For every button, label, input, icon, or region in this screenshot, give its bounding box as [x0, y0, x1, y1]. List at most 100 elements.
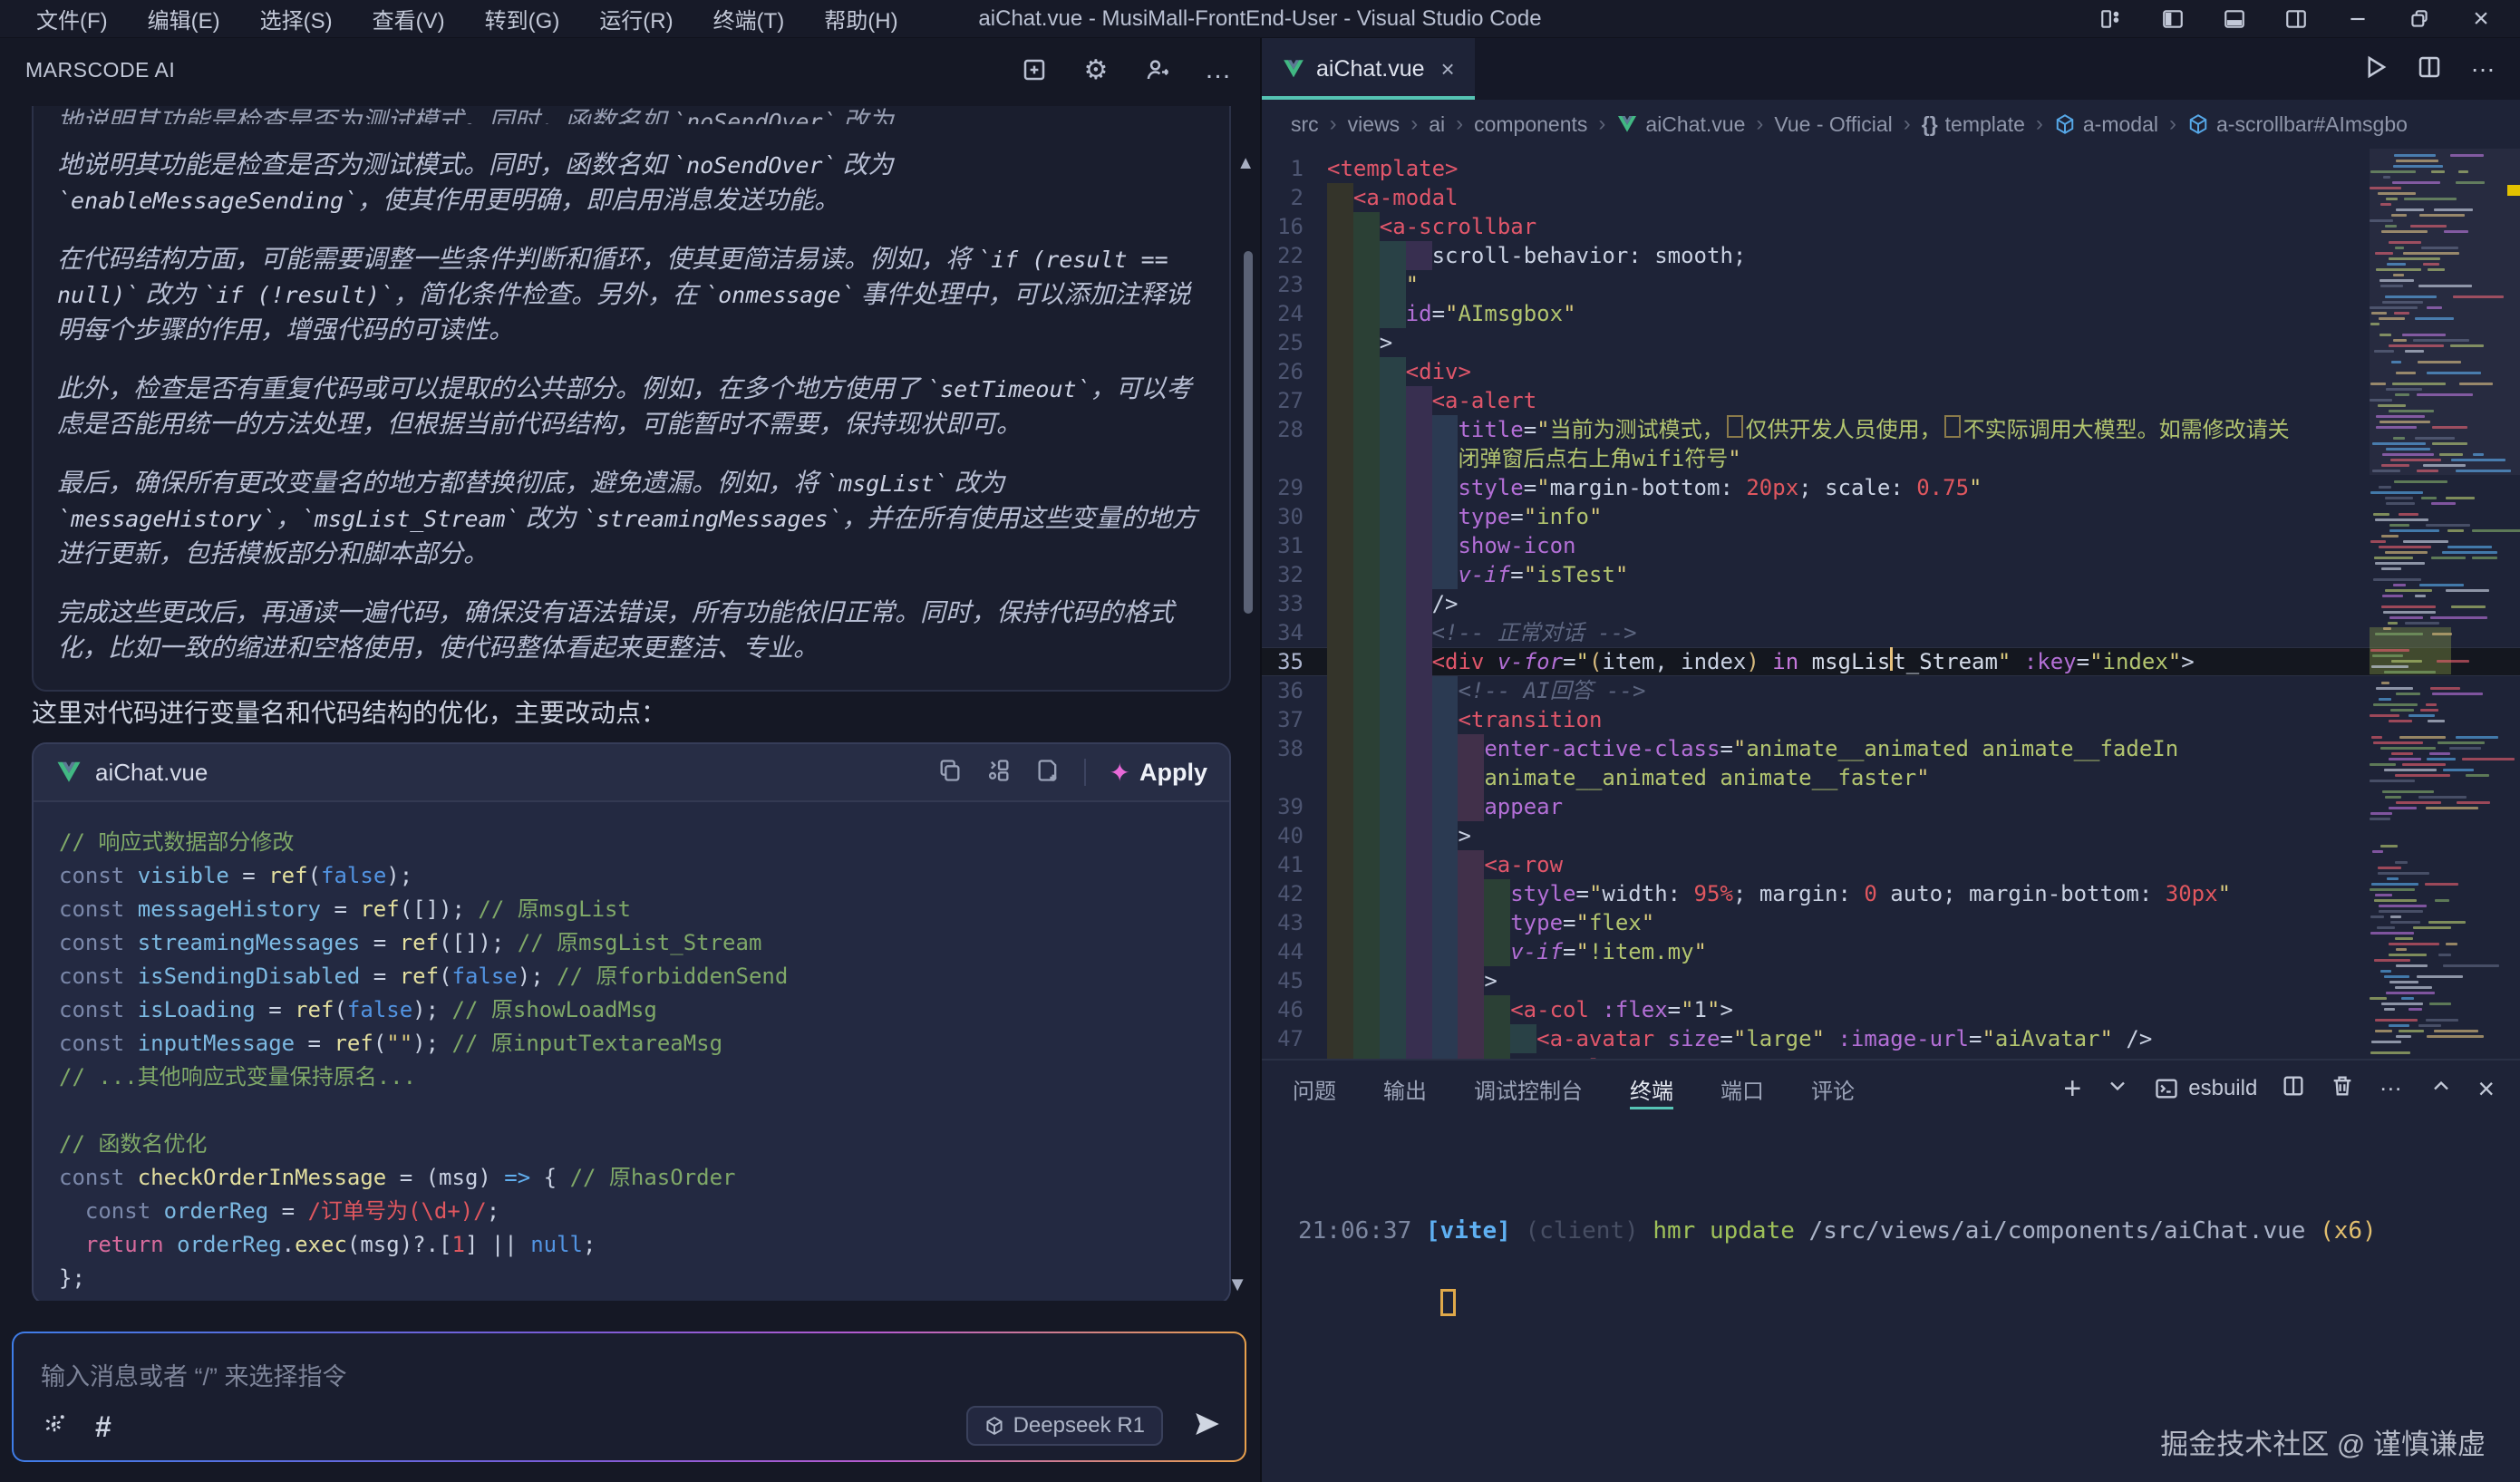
tab-aichat-vue[interactable]: aiChat.vue × [1262, 38, 1475, 100]
code-line: const streamingMessages = ref([]); // 原m… [59, 926, 1204, 960]
more-ellipsis-icon[interactable]: … [1204, 54, 1235, 85]
panel-tab-输出[interactable]: 输出 [1383, 1061, 1427, 1117]
menu-item[interactable]: 终端(T) [697, 1, 801, 36]
breadcrumb-item[interactable]: a-scrollbar#AImsgbo [2187, 112, 2408, 137]
panel-bottom-icon[interactable] [2208, 1, 2261, 37]
menu-item[interactable]: 查看(V) [356, 1, 461, 36]
code-line: const messageHistory = ref([]); // 原msgL… [59, 893, 1204, 926]
panel-tab-评论[interactable]: 评论 [1811, 1061, 1855, 1117]
chat-heading: 这里对代码进行变量名和代码结构的优化，主要改动点： [32, 693, 666, 730]
scroll-down-arrow-icon[interactable]: ▼ [1227, 1273, 1247, 1296]
scroll-up-arrow-icon[interactable]: ▲ [1236, 153, 1255, 174]
chat-paragraph: 地说明其功能是检查是否为测试模式。同时，函数名如 `noSendOver` 改为… [57, 148, 1198, 218]
breadcrumb-item[interactable]: views [1348, 112, 1401, 137]
line-number: 40 [1262, 821, 1327, 850]
editor-line: 43type="flex" [1262, 908, 2520, 937]
chevron-down-icon[interactable] [2105, 1073, 2130, 1105]
editor-line: 25> [1262, 328, 2520, 357]
menu-item[interactable]: 帮助(H) [808, 1, 914, 36]
layout-customize-icon[interactable] [2085, 1, 2137, 37]
chat-scrollbar[interactable] [1244, 251, 1253, 614]
breadcrumb-item[interactable]: components [1474, 112, 1587, 137]
menu-item[interactable]: 编辑(E) [131, 1, 237, 36]
editor-line: 28title="当前为测试模式，仅供开发人员使用，不实际调用大模型。如需修改请… [1262, 415, 2520, 444]
editor-line: 47<a-avatar size="large" :image-url="aiA… [1262, 1024, 2520, 1053]
tab-close-icon[interactable]: × [1441, 55, 1455, 83]
code-line: // 函数名优化 [59, 1128, 1204, 1161]
menu-item[interactable]: 文件(F) [20, 1, 124, 36]
line-number: 2 [1262, 183, 1327, 212]
divider [1084, 759, 1086, 786]
menu-item[interactable]: 转到(G) [469, 1, 577, 36]
panel-tab-问题[interactable]: 问题 [1293, 1061, 1336, 1117]
code-line: const checkOrderInMessage = (msg) => { /… [59, 1161, 1204, 1195]
code-line [59, 1295, 1204, 1301]
line-number: 24 [1262, 299, 1327, 328]
menu-item[interactable]: 选择(S) [244, 1, 349, 36]
overview-ruler [2507, 149, 2520, 1059]
chat-paragraph: 地说明其功能是检查是否为测试模式。同时，函数名如 `noSendOver` 改为… [57, 106, 1198, 124]
model-selector[interactable]: Deepseek R1 [966, 1406, 1163, 1446]
panel-right-icon[interactable] [2270, 1, 2322, 37]
panel-tab-调试控制台[interactable]: 调试控制台 [1474, 1061, 1583, 1117]
run-icon[interactable] [2361, 53, 2389, 85]
close-icon[interactable]: × [2477, 1072, 2495, 1106]
line-number: 28 [1262, 415, 1327, 444]
insert-file-icon[interactable] [1035, 758, 1061, 788]
breadcrumb-item[interactable]: aiChat.vue [1616, 112, 1745, 137]
trash-icon[interactable] [2330, 1073, 2355, 1105]
terminal-prompt-icon [2154, 1076, 2179, 1101]
close-icon[interactable]: × [2455, 1, 2507, 37]
minimize-icon[interactable] [2331, 1, 2384, 37]
code-line: const orderReg = /订单号为(\d+)/; [59, 1195, 1204, 1228]
active-tab-indicator [1262, 96, 1475, 100]
panel-tab-端口[interactable]: 端口 [1720, 1061, 1764, 1117]
switch-account-icon[interactable] [1142, 54, 1173, 85]
new-chat-icon[interactable] [1019, 54, 1050, 85]
editor-line: 42style="width: 95%; margin: 0 auto; mar… [1262, 879, 2520, 908]
editor-line: 16<a-scrollbar [1262, 212, 2520, 241]
line-number: 42 [1262, 879, 1327, 908]
breadcrumb-item[interactable]: ai [1429, 112, 1445, 137]
editor-line: 24id="AImsgbox" [1262, 299, 2520, 328]
breadcrumb-item[interactable]: {}template [1922, 112, 2025, 137]
settings-gear-icon[interactable]: ⚙ [1081, 54, 1111, 85]
apply-sparkle-icon: ✦ [1110, 758, 1130, 788]
restore-icon[interactable] [2393, 1, 2446, 37]
line-number: 30 [1262, 502, 1327, 531]
split-editor-icon[interactable] [2416, 53, 2443, 85]
terminal-output[interactable]: 21:06:37 [vite] (client) hmr update /src… [1262, 1117, 2520, 1360]
sparkle-command-icon[interactable] [41, 1411, 68, 1443]
code-line: const isSendingDisabled = ref(false); //… [59, 960, 1204, 993]
line-number [1262, 444, 1327, 473]
minimap-slider[interactable] [2370, 149, 2520, 475]
code-line: const isLoading = ref(false); // 原showLo… [59, 993, 1204, 1027]
breadcrumb-item[interactable]: a-modal [2054, 112, 2158, 137]
hash-icon[interactable]: # [95, 1410, 111, 1444]
editor-line: 40> [1262, 821, 2520, 850]
apply-button[interactable]: ✦ Apply [1110, 758, 1207, 788]
code-line: // ...其他响应式变量保持原名... [59, 1061, 1204, 1094]
panel-left-icon[interactable] [2147, 1, 2199, 37]
breadcrumb-separator: › [1598, 111, 1605, 137]
panel-tab-终端[interactable]: 终端 [1630, 1061, 1673, 1117]
diff-icon[interactable] [986, 758, 1012, 788]
split-panel-icon[interactable] [2281, 1073, 2306, 1105]
editor-line: 闭弹窗后点右上角wifi符号" [1262, 444, 2520, 473]
terminal-instance[interactable]: esbuild [2154, 1076, 2257, 1101]
chat-input[interactable]: 输入消息或者 “/” 来选择指令 [41, 1357, 347, 1392]
breadcrumb-item[interactable]: Vue - Official [1774, 112, 1892, 137]
code-editor[interactable]: 1<template>2<a-modal16<a-scrollbar22scro… [1262, 149, 2520, 1059]
editor-line: 39appear [1262, 792, 2520, 821]
more-ellipsis-icon[interactable]: … [2379, 1069, 2405, 1097]
breadcrumb-separator: › [2169, 111, 2176, 137]
new-terminal-icon[interactable]: + [2063, 1071, 2081, 1107]
menu-item[interactable]: 运行(R) [583, 1, 689, 36]
more-ellipsis-icon[interactable]: … [2470, 49, 2498, 78]
breadcrumb-item[interactable]: src [1291, 112, 1319, 137]
copy-icon[interactable] [937, 758, 963, 788]
send-plane-icon[interactable] [1192, 1409, 1223, 1444]
chat-paragraph: 在代码结构方面，可能需要调整一些条件判断和循环，使其更简洁易读。例如，将 `if… [57, 242, 1198, 348]
chat-message-area[interactable]: 地说明其功能是检查是否为测试模式。同时，函数名如 `noSendOver` 改为… [0, 106, 1260, 1301]
chevron-up-icon[interactable] [2428, 1073, 2454, 1105]
